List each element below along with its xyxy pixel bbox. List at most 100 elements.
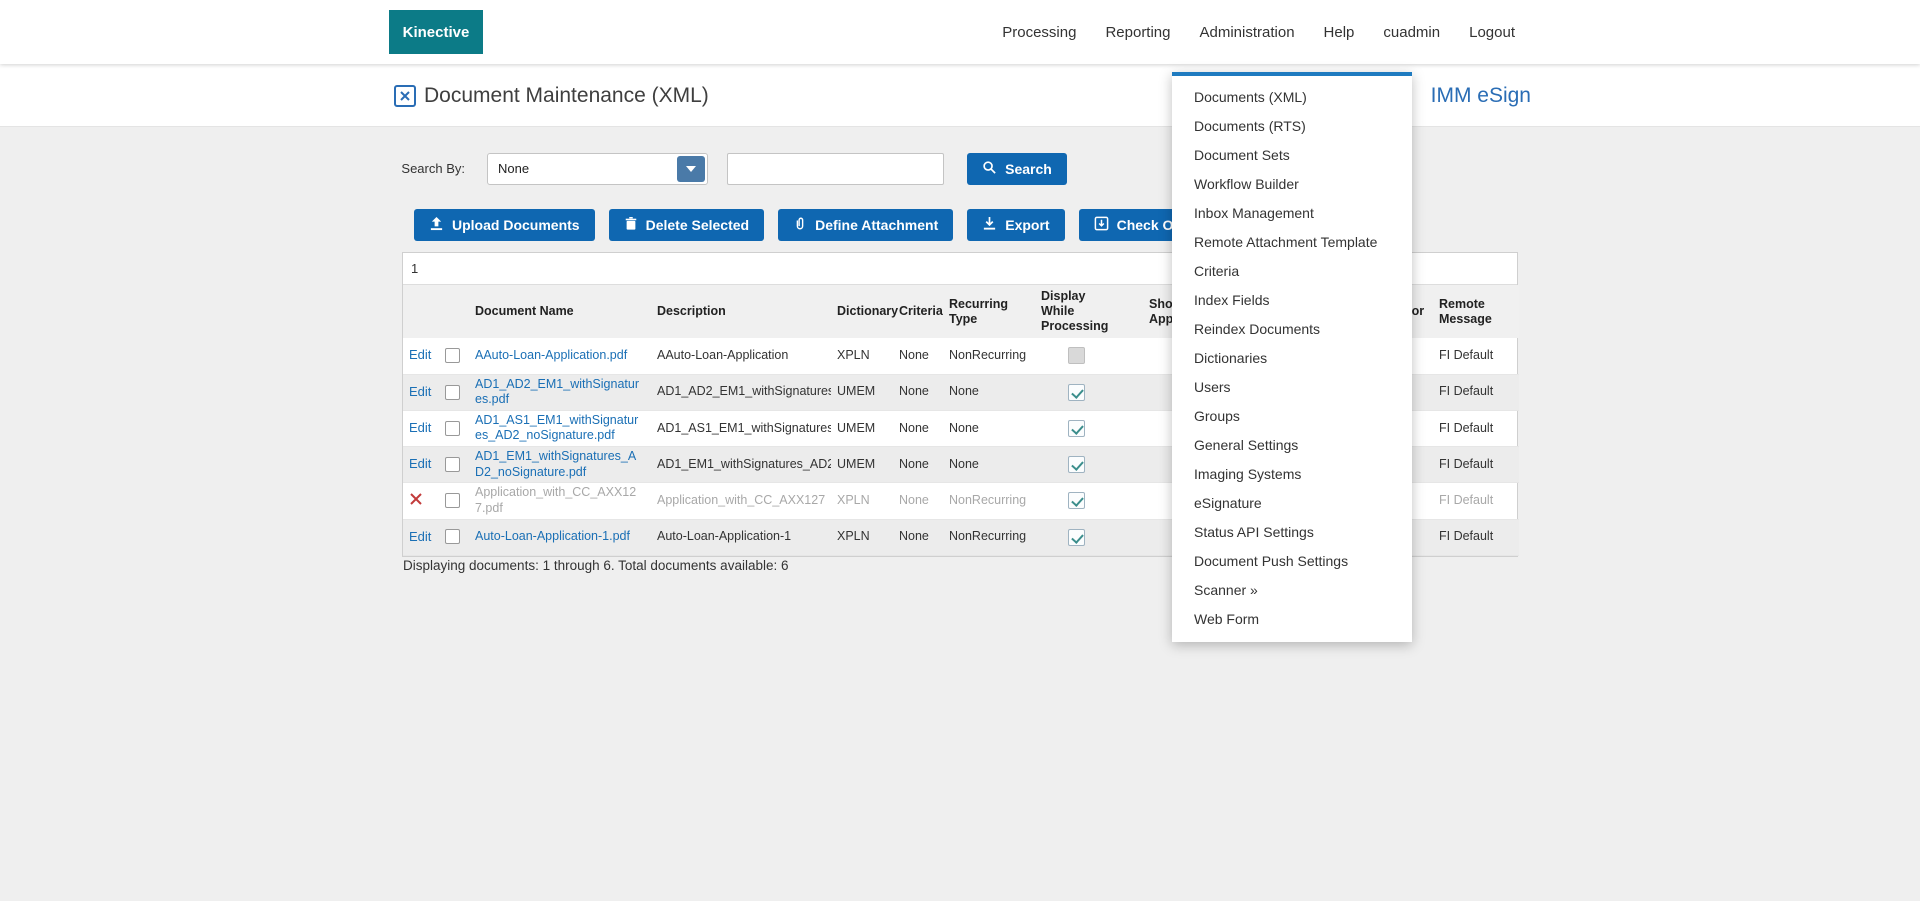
search-by-dropdown[interactable]: None (487, 153, 708, 185)
edit-link[interactable]: Edit (409, 347, 431, 362)
criteria-cell: None (893, 483, 943, 519)
edit-link[interactable]: Edit (409, 384, 431, 399)
nav-item-help[interactable]: Help (1324, 24, 1355, 41)
document-name-link[interactable]: AD1_EM1_withSignatures_AD2_noSignature.p… (475, 449, 636, 479)
menu-item-users[interactable]: Users (1172, 373, 1412, 402)
document-actions-toolbar: Upload Documents Delete Selected Define At… (414, 209, 1188, 241)
checkout-icon (1094, 216, 1109, 234)
search-input[interactable] (727, 153, 944, 185)
menu-item-dictionaries[interactable]: Dictionaries (1172, 344, 1412, 373)
export-button[interactable]: Export (967, 209, 1064, 241)
administration-dropdown-menu: Documents (XML)Documents (RTS)Document S… (1172, 72, 1412, 642)
column-header-criteria: Criteria (893, 285, 943, 338)
search-by-label: Search By: (395, 153, 465, 185)
recurring-type-cell: None (943, 447, 1035, 483)
nav-item-reporting[interactable]: Reporting (1105, 24, 1170, 41)
description-cell: AD1_EM1_withSignatures_AD2_noSignature (651, 447, 831, 483)
export-icon (982, 216, 997, 234)
define-attachment-button[interactable]: Define Attachment (778, 209, 953, 241)
edit-link[interactable]: Edit (409, 456, 431, 471)
remote-message-cell: FI Default (1433, 483, 1519, 519)
chevron-down-icon (677, 156, 705, 182)
button-label: Upload Documents (452, 217, 580, 233)
display-while-processing-checkbox[interactable] (1068, 384, 1085, 401)
column-header-remote-message: Remote Message (1433, 285, 1519, 338)
search-button[interactable]: Search (967, 153, 1067, 185)
menu-item-scanner[interactable]: Scanner » (1172, 576, 1412, 605)
button-label: Delete Selected (646, 217, 750, 233)
dictionary-cell: XPLN (831, 338, 893, 374)
product-name: IMM eSign (1431, 64, 1531, 127)
upload-documents-button[interactable]: Upload Documents (414, 209, 595, 241)
trash-icon (624, 216, 638, 234)
menu-item-imaging-systems[interactable]: Imaging Systems (1172, 460, 1412, 489)
menu-item-documents-xml[interactable]: Documents (XML) (1172, 83, 1412, 112)
page-number[interactable]: 1 (411, 261, 418, 276)
delete-x-icon[interactable] (409, 495, 423, 509)
description-cell: Application_with_CC_AXX127 (651, 483, 831, 519)
dictionary-cell: XPLN (831, 519, 893, 555)
display-while-processing-checkbox[interactable] (1068, 492, 1085, 509)
recurring-type-cell: NonRecurring (943, 519, 1035, 555)
menu-item-general-settings[interactable]: General Settings (1172, 431, 1412, 460)
column-header-display-while-processing: Display While Processing (1035, 285, 1117, 338)
menu-item-criteria[interactable]: Criteria (1172, 257, 1412, 286)
nav-item-processing[interactable]: Processing (1002, 24, 1076, 41)
recurring-type-cell: None (943, 410, 1035, 446)
display-while-processing-checkbox[interactable] (1068, 529, 1085, 546)
document-name-link[interactable]: AD1_AS1_EM1_withSignatures_AD2_noSignatu… (475, 413, 638, 443)
document-xml-icon (394, 85, 416, 107)
row-select-checkbox[interactable] (445, 529, 460, 544)
document-name-link[interactable]: Auto-Loan-Application-1.pdf (475, 529, 630, 543)
menu-item-reindex-documents[interactable]: Reindex Documents (1172, 315, 1412, 344)
search-icon (982, 160, 997, 178)
criteria-cell: None (893, 410, 943, 446)
top-navigation: Processing Reporting Administration Help cua… (1002, 0, 1515, 64)
remote-message-cell: FI Default (1433, 447, 1519, 483)
recurring-type-cell: None (943, 374, 1035, 410)
column-header-edit (403, 285, 439, 338)
kinective-logo: Kinective (389, 10, 483, 54)
menu-item-web-form[interactable]: Web Form (1172, 605, 1412, 634)
menu-item-esignature[interactable]: eSignature (1172, 489, 1412, 518)
dictionary-cell: UMEM (831, 447, 893, 483)
menu-item-inbox-management[interactable]: Inbox Management (1172, 199, 1412, 228)
menu-item-document-push-settings[interactable]: Document Push Settings (1172, 547, 1412, 576)
document-name-link[interactable]: Application_with_CC_AXX127.pdf (475, 485, 636, 515)
menu-item-index-fields[interactable]: Index Fields (1172, 286, 1412, 315)
document-name-link[interactable]: AAuto-Loan-Application.pdf (475, 348, 627, 362)
display-while-processing-checkbox[interactable] (1068, 420, 1085, 437)
delete-selected-button[interactable]: Delete Selected (609, 209, 765, 241)
menu-item-documents-rts[interactable]: Documents (RTS) (1172, 112, 1412, 141)
row-select-checkbox[interactable] (445, 457, 460, 472)
description-cell: Auto-Loan-Application-1 (651, 519, 831, 555)
document-name-link[interactable]: AD1_AD2_EM1_withSignatures.pdf (475, 377, 639, 407)
dictionary-cell: UMEM (831, 410, 893, 446)
remote-message-cell: FI Default (1433, 374, 1519, 410)
row-select-checkbox[interactable] (445, 348, 460, 363)
row-select-checkbox[interactable] (445, 493, 460, 508)
documents-summary: Displaying documents: 1 through 6. Total… (403, 558, 788, 573)
edit-link[interactable]: Edit (409, 420, 431, 435)
page-title: Document Maintenance (XML) (424, 64, 709, 127)
column-header-recurring-type: Recurring Type (943, 285, 1035, 338)
edit-link[interactable]: Edit (409, 529, 431, 544)
menu-item-status-api-settings[interactable]: Status API Settings (1172, 518, 1412, 547)
row-select-checkbox[interactable] (445, 421, 460, 436)
nav-item-administration[interactable]: Administration (1200, 24, 1295, 41)
upload-icon (429, 216, 444, 234)
menu-item-remote-attachment-template[interactable]: Remote Attachment Template (1172, 228, 1412, 257)
recurring-type-cell: NonRecurring (943, 483, 1035, 519)
column-header-document-name: Document Name (469, 285, 651, 338)
display-while-processing-checkbox[interactable] (1068, 456, 1085, 473)
criteria-cell: None (893, 338, 943, 374)
criteria-cell: None (893, 374, 943, 410)
dictionary-cell: UMEM (831, 374, 893, 410)
menu-item-document-sets[interactable]: Document Sets (1172, 141, 1412, 170)
menu-item-workflow-builder[interactable]: Workflow Builder (1172, 170, 1412, 199)
row-select-checkbox[interactable] (445, 385, 460, 400)
nav-item-logout[interactable]: Logout (1469, 24, 1515, 41)
nav-item-cuadmin[interactable]: cuadmin (1383, 24, 1440, 41)
menu-item-groups[interactable]: Groups (1172, 402, 1412, 431)
display-while-processing-checkbox[interactable] (1068, 347, 1085, 364)
